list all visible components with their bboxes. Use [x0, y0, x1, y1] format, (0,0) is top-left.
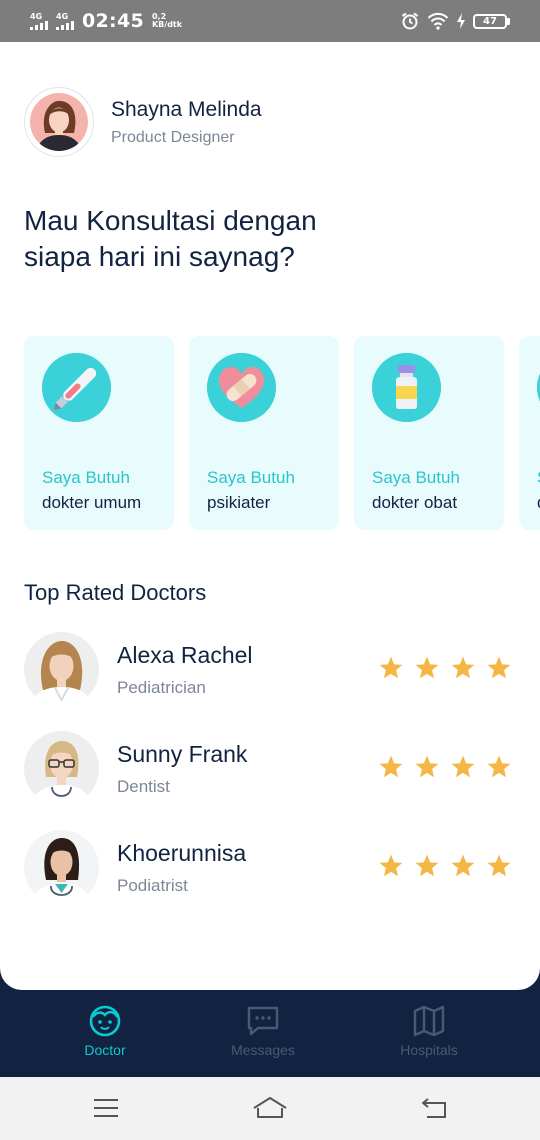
star-icon [415, 656, 439, 679]
status-time: 02:45 [82, 10, 144, 32]
avatar-ring [24, 87, 94, 157]
star-icon [487, 656, 511, 679]
star-icon [451, 656, 475, 679]
network-speed: 0,2 KB/dtk [151, 12, 183, 30]
star-icon [451, 755, 475, 778]
tab-messages[interactable]: Messages [208, 1004, 318, 1058]
status-bar: 4G 4G 02:45 0,2 KB/dtk 47 [0, 0, 540, 42]
doctor-name: Alexa Rachel [117, 642, 253, 668]
user-profile[interactable]: Shayna Melinda Product Designer [24, 87, 262, 157]
category-subtitle: dokter umum [42, 493, 142, 512]
star-icon [379, 755, 403, 778]
battery-level: 47 [473, 13, 507, 29]
doctor-name: Khoerunnisa [117, 840, 247, 866]
home-button[interactable] [252, 1093, 288, 1123]
star-icon [379, 854, 403, 877]
category-title: Saya Butuh [207, 468, 295, 487]
category-title: Saya Butuh [372, 468, 460, 487]
category-card-dokter-obat[interactable]: Saya Butuh dokter obat [354, 336, 504, 530]
star-icon [415, 755, 439, 778]
tab-label: Doctor [84, 1042, 126, 1058]
doctor-item-sunny-frank[interactable]: Sunny Frank Dentist [24, 731, 516, 807]
bottom-tab-bar: Doctor Messages Hospitals [0, 990, 540, 1077]
heart-bandage-icon [207, 353, 276, 422]
battery-icon: 47 [473, 13, 510, 29]
charging-icon [457, 13, 465, 29]
map-icon [413, 1005, 445, 1037]
doctor-specialty: Podiatrist [117, 876, 188, 895]
menu-icon [94, 1099, 118, 1117]
doctor-avatar [24, 830, 99, 905]
category-list[interactable]: Saya Butuh dokter umum Saya Butuh psikia… [24, 336, 540, 530]
top-rated-title: Top Rated Doctors [24, 580, 207, 605]
wifi-icon [427, 12, 449, 30]
doctor-rating [378, 754, 512, 780]
tab-doctor[interactable]: Doctor [50, 1004, 160, 1058]
network-type: 4G [30, 11, 43, 21]
star-icon [379, 656, 403, 679]
tab-hospitals[interactable]: Hospitals [374, 1004, 484, 1058]
message-icon [247, 1006, 279, 1036]
category-subtitle: psikiater [207, 493, 271, 512]
back-icon [422, 1098, 446, 1118]
category-card-psikiater[interactable]: Saya Butuh psikiater [189, 336, 339, 530]
signal-icon [30, 20, 48, 30]
system-nav-bar [0, 1077, 540, 1140]
category-subtitle: dokter obat [372, 493, 458, 512]
doctor-rating [378, 655, 512, 681]
category-card-next[interactable]: S d [519, 336, 540, 530]
user-job: Product Designer [111, 128, 235, 146]
category-card-dokter-umum[interactable]: Saya Butuh dokter umum [24, 336, 174, 530]
thermometer-icon [42, 353, 111, 422]
network-type: 4G [56, 11, 69, 21]
doctor-item-khoerunnisa[interactable]: Khoerunnisa Podiatrist [24, 830, 516, 906]
category-title: Saya Butuh [42, 468, 130, 487]
home-icon [253, 1097, 287, 1118]
doctor-rating [378, 853, 512, 879]
speed-unit: KB/dtk [151, 20, 183, 29]
star-icon [415, 854, 439, 877]
greeting-title: Mau Konsultasi dengan siapa hari ini say… [24, 205, 317, 272]
doctor-avatar [24, 632, 99, 707]
doctor-name: Sunny Frank [117, 741, 248, 767]
doctor-avatar [24, 731, 99, 806]
doctor-page: Shayna Melinda Product Designer Mau Kons… [0, 42, 540, 990]
user-name: Shayna Melinda [111, 97, 262, 121]
signal-icon [56, 20, 74, 30]
signal-2: 4G [56, 11, 74, 30]
star-icon [487, 755, 511, 778]
back-button[interactable] [416, 1093, 452, 1123]
doctor-item-alexa-rachel[interactable]: Alexa Rachel Pediatrician [24, 632, 516, 708]
doctor-specialty: Pediatrician [117, 678, 206, 697]
star-icon [451, 854, 475, 877]
alarm-icon [401, 12, 419, 30]
signal-1: 4G [30, 11, 48, 30]
star-icon [487, 854, 511, 877]
doctor-face-icon [89, 1005, 121, 1037]
doctor-specialty: Dentist [117, 777, 170, 796]
tab-label: Hospitals [400, 1042, 458, 1058]
medicine-bottle-icon [372, 353, 441, 422]
menu-button[interactable] [88, 1093, 124, 1123]
tab-label: Messages [231, 1042, 295, 1058]
user-avatar [30, 93, 88, 151]
